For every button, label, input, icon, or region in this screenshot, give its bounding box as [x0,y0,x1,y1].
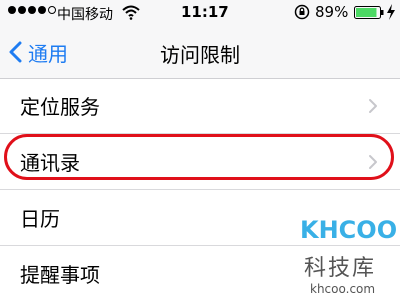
chevron-right-icon [369,99,377,113]
list-item-label: 日历 [20,207,60,231]
battery-percentage: 89% [315,3,349,21]
signal-dot-empty [48,6,56,14]
list-item-reminders[interactable]: 提醒事项 [0,246,400,300]
restrictions-list: 定位服务 通讯录 日历 提醒事项 [0,78,400,300]
list-item-location-services[interactable]: 定位服务 [0,78,400,134]
list-item-label: 定位服务 [20,95,100,119]
signal-dot [18,6,26,14]
rotation-lock-icon [294,4,310,20]
cellular-signal-icon [8,6,56,14]
list-item-contacts[interactable]: 通讯录 [0,134,400,190]
charging-bolt-icon [387,4,395,20]
battery-icon [354,6,384,19]
list-item-calendar[interactable]: 日历 [0,190,400,246]
signal-dot [28,6,36,14]
signal-dot [8,6,16,14]
list-item-label: 通讯录 [20,151,80,175]
list-item-label: 提醒事项 [20,263,100,287]
navigation-bar: 通用 访问限制 [0,26,400,79]
clock-time: 11:17 [181,3,229,21]
carrier-name: 中国移动 [57,7,113,23]
screen: 中国移动 11:17 89% 通用 访问限制 定位服务 通讯录 日历 提醒事项 … [0,0,400,300]
page-title: 访问限制 [160,43,240,67]
signal-dot [38,6,46,14]
chevron-right-icon [369,155,377,169]
wifi-icon [122,5,140,20]
status-bar: 中国移动 11:17 89% [0,0,400,26]
